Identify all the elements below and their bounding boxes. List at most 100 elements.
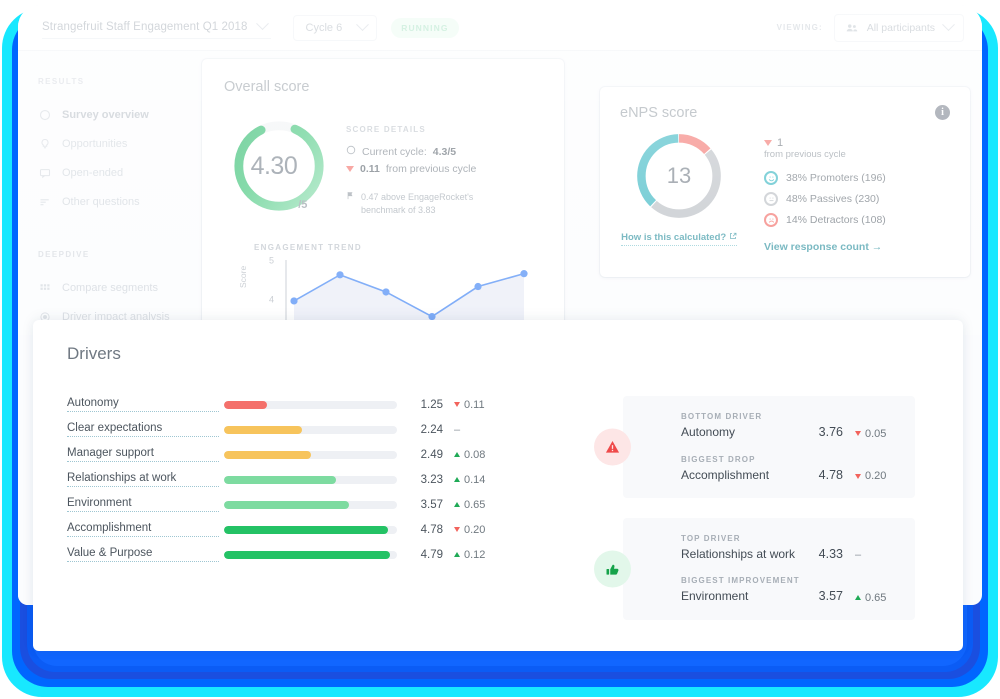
driver-name[interactable]: Autonomy <box>67 397 219 412</box>
drivers-list: Autonomy 1.25 0.11 Clear expectations 2.24– M… <box>67 392 527 640</box>
sidebar-item-opportunities[interactable]: Opportunities <box>18 129 190 158</box>
overall-score-ring: 4.30 /5 <box>230 117 328 215</box>
driver-name[interactable]: Manager support <box>67 447 219 462</box>
comment-icon <box>38 166 51 179</box>
top-bar: Strangefruit Staff Engagement Q1 2018 Cy… <box>18 5 982 51</box>
delta-row: 0.11 from previous cycle <box>346 163 506 175</box>
driver-delta-value: 0.11 <box>464 398 485 411</box>
driver-delta: 0.12 <box>445 549 501 561</box>
smile-face-icon <box>764 171 778 185</box>
enps-card: eNPS score i 13 How is this calculated? <box>600 87 970 277</box>
frown-face-icon <box>764 213 778 227</box>
driver-row: Clear expectations 2.24– <box>67 417 527 442</box>
driver-delta-value: 0.08 <box>464 448 486 461</box>
summary-driver-name: Autonomy <box>681 425 736 439</box>
summary-delta-value: 0.05 <box>865 427 887 440</box>
sidebar-item-open-ended[interactable]: Open-ended <box>18 158 190 187</box>
score-ring-center: 4.30 /5 <box>230 117 328 215</box>
triangle-down-icon <box>855 431 861 436</box>
sidebar-item-other-questions[interactable]: Other questions <box>18 187 190 216</box>
triangle-up-icon <box>454 477 460 482</box>
trend-y-axis-label: Score <box>238 265 248 289</box>
top-bar-right: VIEWING: All participants <box>776 13 964 42</box>
viewing-label: VIEWING: <box>776 23 823 32</box>
info-icon[interactable]: i <box>935 105 950 120</box>
enps-segment-label: 48% Passives (230) <box>786 193 880 205</box>
sidebar-section-results: RESULTS <box>38 77 85 86</box>
how-is-this-calculated-link[interactable]: How is this calculated? <box>621 232 737 246</box>
enps-delta-value: 1 <box>777 137 784 149</box>
enps-donut: 13 <box>632 129 726 223</box>
participants-label: All participants <box>866 21 935 34</box>
triangle-down-icon <box>454 402 460 407</box>
grid-icon <box>38 281 51 294</box>
driver-name[interactable]: Value & Purpose <box>67 547 219 562</box>
driver-bar-fill <box>224 475 337 484</box>
driver-name[interactable]: Relationships at work <box>67 472 219 487</box>
chevron-down-icon <box>356 18 370 32</box>
driver-row: Environment 3.57 0.65 <box>67 492 527 517</box>
arrow-right-icon: → <box>871 241 883 253</box>
enps-segment-label: 38% Promoters (196) <box>786 172 886 184</box>
enps-delta-row: 1 <box>764 137 886 149</box>
triangle-down-icon <box>764 140 772 146</box>
driver-value: 4.78 <box>420 523 443 536</box>
driver-value: 4.79 <box>420 548 443 561</box>
current-cycle-row: Current cycle: 4.3/5 <box>346 145 506 158</box>
enps-segment-promoters: 38% Promoters (196) <box>764 171 886 185</box>
thumbs-up-icon <box>594 550 631 588</box>
summary-label: BIGGEST IMPROVEMENT <box>681 576 800 585</box>
overall-score-card: Overall score 4.30 /5 SCORE DETAILS Curr… <box>202 59 564 337</box>
overall-score-value: 4.30 <box>250 151 298 180</box>
sidebar-item-label: Opportunities <box>62 137 128 150</box>
warning-icon <box>594 428 631 466</box>
summary-block: TOP DRIVER Relationships at work 4.33– <box>681 534 895 561</box>
triangle-down-icon <box>454 527 460 532</box>
driver-value: 2.49 <box>420 448 443 461</box>
enps-delta-sub: from previous cycle <box>764 149 846 160</box>
driver-bar-fill <box>224 550 391 559</box>
cycle-label: Cycle 6 <box>305 21 343 34</box>
lightbulb-icon <box>38 137 51 150</box>
driver-name[interactable]: Accomplishment <box>67 522 219 537</box>
flag-icon <box>346 191 355 217</box>
summary-driver-name: Accomplishment <box>681 467 770 482</box>
summary-panel: TOP DRIVER Relationships at work 4.33– BIGG… <box>594 518 915 620</box>
list-icon <box>38 195 51 208</box>
people-icon <box>846 22 858 34</box>
overall-score-denominator: /5 <box>298 199 308 211</box>
driver-bar-track <box>224 450 397 459</box>
external-link-icon <box>729 232 737 243</box>
triangle-down-icon <box>855 473 861 479</box>
driver-bar-track <box>224 425 397 434</box>
driver-name[interactable]: Clear expectations <box>67 422 219 437</box>
circle-icon <box>346 145 356 158</box>
driver-row: Relationships at work 3.23 0.14 <box>67 467 527 492</box>
driver-row: Autonomy 1.25 0.11 <box>67 392 527 417</box>
sidebar-item-label: Compare segments <box>62 281 158 294</box>
sidebar-item-compare-segments[interactable]: Compare segments <box>18 273 190 302</box>
driver-delta: 0.14 <box>445 474 501 486</box>
driver-name[interactable]: Environment <box>67 497 219 512</box>
survey-selector[interactable]: Strangefruit Staff Engagement Q1 2018 <box>42 17 271 39</box>
driver-delta-value: 0.20 <box>464 523 486 536</box>
driver-bar-track <box>224 500 397 509</box>
participants-selector[interactable]: All participants <box>833 13 964 42</box>
driver-delta-value: 0.65 <box>464 498 486 511</box>
driver-bar-track <box>224 550 397 559</box>
cycle-selector[interactable]: Cycle 6 <box>292 14 378 41</box>
driver-value: 3.57 <box>420 498 443 511</box>
benchmark-text: 0.47 above EngageRocket's benchmark of 3… <box>361 192 474 216</box>
driver-bar-fill <box>224 450 311 459</box>
score-details: SCORE DETAILS Current cycle: 4.3/5 0.11 … <box>346 117 506 217</box>
triangle-up-icon <box>855 595 861 600</box>
sidebar-item-survey-overview[interactable]: Survey overview <box>18 100 190 129</box>
summary-delta-value: 0.20 <box>865 470 887 482</box>
delta-suffix: from previous cycle <box>385 163 477 175</box>
driver-row: Value & Purpose 4.79 0.12 <box>67 542 527 567</box>
summary-panel: BOTTOM DRIVER Autonomy 3.76 0.05 BIGGEST DRO… <box>594 396 915 498</box>
driver-delta: – <box>445 424 501 436</box>
engagement-trend-heading: ENGAGEMENT TREND <box>254 243 362 253</box>
view-response-count-link[interactable]: View response count → <box>764 241 882 253</box>
response-link-label: View response count <box>764 241 869 253</box>
